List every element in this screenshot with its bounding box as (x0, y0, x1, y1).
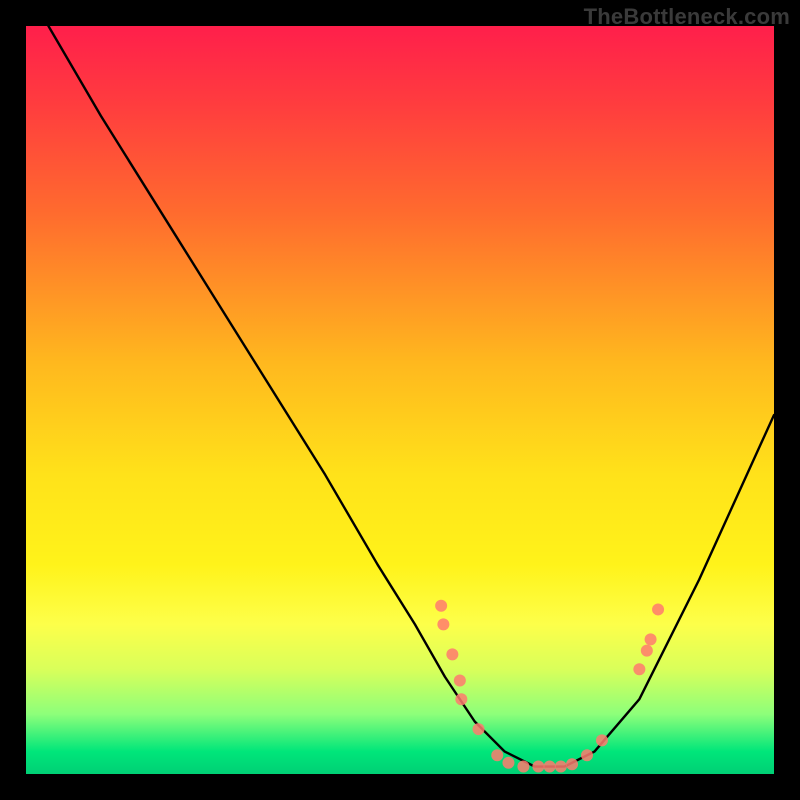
data-point (491, 749, 503, 761)
data-point (652, 603, 664, 615)
data-point (454, 675, 466, 687)
curve-layer (48, 26, 774, 767)
chart-frame: TheBottleneck.com (0, 0, 800, 800)
data-point (566, 758, 578, 770)
data-point (473, 723, 485, 735)
bottleneck-curve (48, 26, 774, 767)
data-point (435, 600, 447, 612)
watermark-text: TheBottleneck.com (584, 4, 790, 30)
data-point (532, 761, 544, 773)
data-point (633, 663, 645, 675)
chart-svg (26, 26, 774, 774)
data-point (544, 761, 556, 773)
data-point (437, 618, 449, 630)
plot-area (26, 26, 774, 774)
data-point (555, 761, 567, 773)
data-point (455, 693, 467, 705)
data-point (446, 648, 458, 660)
data-point (645, 633, 657, 645)
data-point (517, 761, 529, 773)
data-point (641, 645, 653, 657)
data-point (502, 757, 514, 769)
data-point (596, 734, 608, 746)
data-point (581, 749, 593, 761)
marker-layer (435, 600, 664, 773)
